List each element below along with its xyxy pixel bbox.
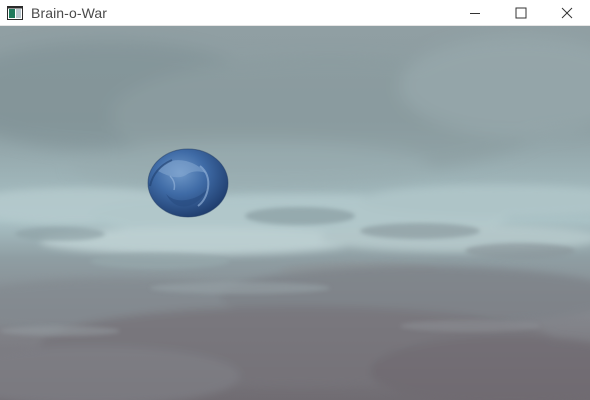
window-title: Brain-o-War <box>31 4 108 21</box>
game-window: Brain-o-War <box>0 0 590 400</box>
maximize-button[interactable] <box>498 0 544 26</box>
minimize-icon <box>470 13 480 14</box>
close-icon <box>561 7 573 19</box>
blue-brain-sphere[interactable] <box>147 148 229 218</box>
cloud-scene <box>0 26 590 400</box>
title-bar[interactable]: Brain-o-War <box>0 0 590 26</box>
close-button[interactable] <box>544 0 590 26</box>
app-window-icon <box>7 5 23 20</box>
maximize-icon <box>515 7 527 19</box>
game-viewport[interactable] <box>0 26 590 400</box>
window-controls <box>452 0 590 26</box>
minimize-button[interactable] <box>452 0 498 26</box>
